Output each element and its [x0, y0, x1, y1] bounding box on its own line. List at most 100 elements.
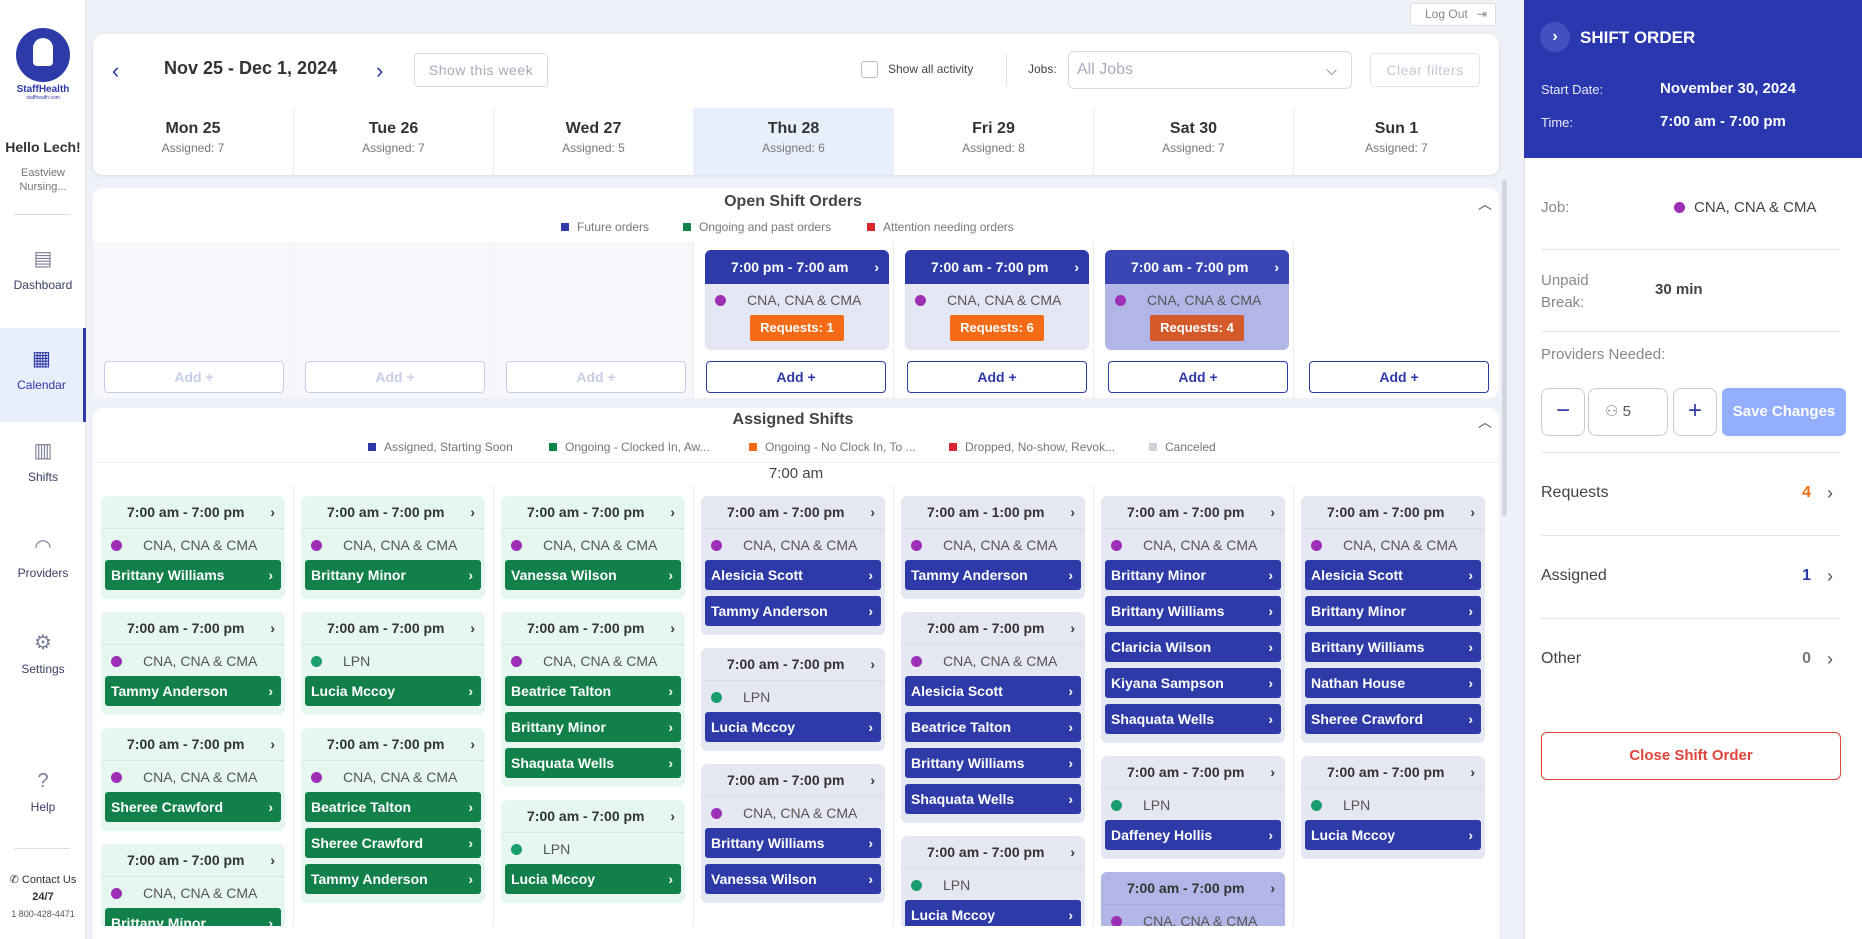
shift-time-header[interactable]: 7:00 am - 7:00 pm › — [1101, 756, 1285, 788]
assigned-shift-card[interactable]: 7:00 am - 7:00 pm › LPN Lucia Mccoy › — [1301, 756, 1485, 859]
provider-bar[interactable]: Tammy Anderson › — [105, 676, 281, 706]
shift-time-header[interactable]: 7:00 am - 7:00 pm › — [101, 612, 285, 644]
provider-bar[interactable]: Tammy Anderson › — [305, 864, 481, 894]
shift-time-header[interactable]: 7:00 am - 7:00 pm › — [101, 728, 285, 760]
shift-time-header[interactable]: 7:00 am - 7:00 pm › — [501, 612, 685, 644]
provider-bar[interactable]: Claricia Wilson › — [1105, 632, 1281, 662]
shift-time-header[interactable]: 7:00 am - 7:00 pm › — [101, 844, 285, 876]
scrollbar[interactable] — [1502, 180, 1507, 516]
assigned-shift-card[interactable]: 7:00 am - 1:00 pm › CNA, CNA & CMA Tammy An… — [901, 496, 1085, 599]
assigned-shift-card[interactable]: 7:00 am - 7:00 pm › LPN Daffeney Hollis › — [1101, 756, 1285, 859]
providers-needed-input[interactable]: ⚇ 5 — [1588, 388, 1668, 436]
shift-time-header[interactable]: 7:00 am - 7:00 pm › — [901, 612, 1085, 644]
provider-bar[interactable]: Vanessa Wilson › — [505, 560, 681, 590]
provider-bar[interactable]: Brittany Minor › — [105, 908, 281, 926]
provider-bar[interactable]: Brittany Minor › — [305, 560, 481, 590]
shift-time-header[interactable]: 7:00 am - 7:00 pm › — [1101, 872, 1285, 904]
assigned-shift-card[interactable]: 7:00 am - 7:00 pm › LPN Lucia Mccoy › — [901, 836, 1085, 926]
assigned-shift-card[interactable]: 7:00 am - 7:00 pm › LPN Lucia Mccoy › — [301, 612, 485, 715]
provider-bar[interactable]: Shaquata Wells › — [905, 784, 1081, 814]
provider-bar[interactable]: Kiyana Sampson › — [1105, 668, 1281, 698]
provider-bar[interactable]: Daffeney Hollis › — [1105, 820, 1281, 850]
decrease-providers-button[interactable]: − — [1541, 388, 1585, 436]
shift-time-header[interactable]: 7:00 am - 7:00 pm › — [301, 612, 485, 644]
assigned-shift-card[interactable]: 7:00 am - 7:00 pm › CNA, CNA & CMA Sheree C… — [101, 728, 285, 831]
provider-bar[interactable]: Tammy Anderson › — [905, 560, 1081, 590]
provider-bar[interactable]: Beatrice Talton › — [905, 712, 1081, 742]
assigned-shift-card[interactable]: 7:00 am - 7:00 pm › CNA, CNA & CMA Tammy An… — [101, 612, 285, 715]
collapse-panel-button[interactable]: › — [1540, 22, 1570, 52]
divider — [1541, 618, 1841, 619]
chevron-right-icon: › — [1270, 504, 1275, 520]
requests-link[interactable]: Requests 4 › — [1541, 473, 1841, 513]
shift-time-header[interactable]: 7:00 am - 7:00 pm › — [301, 496, 485, 528]
other-link[interactable]: Other 0 › — [1541, 639, 1841, 679]
shift-time-header[interactable]: 7:00 am - 7:00 pm › — [1101, 496, 1285, 528]
assigned-shift-card[interactable]: 7:00 am - 7:00 pm › CNA, CNA & CMA Brittany… — [701, 764, 885, 903]
assigned-shift-card[interactable]: 7:00 am - 7:00 pm › CNA, CNA & CMA Brittany… — [101, 844, 285, 926]
provider-bar[interactable]: Sheree Crawford › — [105, 792, 281, 822]
provider-bar[interactable]: Beatrice Talton › — [305, 792, 481, 822]
provider-bar[interactable]: Nathan House › — [1305, 668, 1481, 698]
assigned-shift-card[interactable]: 7:00 am - 7:00 pm › CNA, CNA & CMA Beatrice… — [501, 612, 685, 787]
provider-bar[interactable]: Brittany Williams › — [905, 748, 1081, 778]
shift-time-header[interactable]: 7:00 am - 1:00 pm › — [901, 496, 1085, 528]
job-color-dot — [911, 656, 922, 667]
provider-bar[interactable]: Lucia Mccoy › — [1305, 820, 1481, 850]
shift-time-header[interactable]: 7:00 am - 7:00 pm › — [1301, 756, 1485, 788]
provider-bar[interactable]: Brittany Minor › — [1105, 560, 1281, 590]
provider-bar[interactable]: Brittany Williams › — [705, 828, 881, 858]
job-label: LPN — [943, 877, 971, 893]
provider-bar[interactable]: Shaquata Wells › — [505, 748, 681, 778]
assigned-shift-card[interactable]: 7:00 am - 7:00 pm › CNA, CNA & CMA Beatrice… — [301, 728, 485, 903]
provider-bar[interactable]: Beatrice Talton › — [505, 676, 681, 706]
assigned-shift-card[interactable]: 7:00 am - 7:00 pm › CNA, CNA & CMA Vanessa … — [501, 496, 685, 599]
assigned-shift-card[interactable]: 7:00 am - 7:00 pm › CNA, CNA & CMA Brittany… — [301, 496, 485, 599]
shift-time-header[interactable]: 7:00 am - 7:00 pm › — [101, 496, 285, 528]
assigned-shift-card[interactable]: 7:00 am - 7:00 pm › LPN Lucia Mccoy › — [701, 648, 885, 751]
shift-time-header[interactable]: 7:00 am - 7:00 pm › — [701, 496, 885, 528]
assigned-shift-card[interactable]: 7:00 am - 7:00 pm › CNA, CNA & CMA Alesicia… — [1301, 496, 1485, 743]
provider-name: Vanessa Wilson — [711, 871, 817, 887]
provider-bar[interactable]: Lucia Mccoy › — [705, 712, 881, 742]
unpaid-break-value: 30 min — [1655, 281, 1703, 298]
provider-bar[interactable]: Sheree Crawford › — [1305, 704, 1481, 734]
shift-time-header[interactable]: 7:00 am - 7:00 pm › — [701, 648, 885, 680]
shift-time-header[interactable]: 7:00 am - 7:00 pm › — [1301, 496, 1485, 528]
save-changes-button[interactable]: Save Changes — [1722, 388, 1846, 436]
provider-bar[interactable]: Lucia Mccoy › — [505, 864, 681, 894]
assigned-shift-card[interactable]: 7:00 am - 7:00 pm › CNA, CNA & CMA Brittany… — [101, 496, 285, 599]
provider-bar[interactable]: Brittany Minor › — [505, 712, 681, 742]
divider — [1541, 535, 1841, 536]
provider-bar[interactable]: Brittany Minor › — [1305, 596, 1481, 626]
assigned-shift-card[interactable]: 7:00 am - 7:00 pm › CNA, CNA & CMA Alesicia… — [901, 612, 1085, 823]
job-label: CNA, CNA & CMA — [1143, 537, 1258, 553]
shift-time-header[interactable]: 7:00 am - 7:00 pm › — [501, 800, 685, 832]
provider-bar[interactable]: Lucia Mccoy › — [905, 900, 1081, 926]
assigned-shift-card[interactable]: 7:00 am - 7:00 pm › LPN Lucia Mccoy › — [501, 800, 685, 903]
provider-bar[interactable]: Alesicia Scott › — [905, 676, 1081, 706]
provider-bar[interactable]: Lucia Mccoy › — [305, 676, 481, 706]
provider-bar[interactable]: Alesicia Scott › — [1305, 560, 1481, 590]
shift-time-header[interactable]: 7:00 am - 7:00 pm › — [301, 728, 485, 760]
assigned-link[interactable]: Assigned 1 › — [1541, 556, 1841, 596]
job-label: CNA, CNA & CMA — [943, 653, 1058, 669]
provider-bar[interactable]: Shaquata Wells › — [1105, 704, 1281, 734]
provider-bar[interactable]: Brittany Williams › — [105, 560, 281, 590]
provider-bar[interactable]: Brittany Williams › — [1305, 632, 1481, 662]
provider-bar[interactable]: Vanessa Wilson › — [705, 864, 881, 894]
provider-bar[interactable]: Sheree Crawford › — [305, 828, 481, 858]
provider-bar[interactable]: Brittany Williams › — [1105, 596, 1281, 626]
shift-time-header[interactable]: 7:00 am - 7:00 pm › — [701, 764, 885, 796]
assigned-shift-card[interactable]: 7:00 am - 7:00 pm › CNA, CNA & CMA Brittany… — [1101, 496, 1285, 743]
chevron-right-icon: › — [668, 567, 673, 583]
shift-time-header[interactable]: 7:00 am - 7:00 pm › — [501, 496, 685, 528]
provider-bar[interactable]: Tammy Anderson › — [705, 596, 881, 626]
provider-bar[interactable]: Alesicia Scott › — [705, 560, 881, 590]
increase-providers-button[interactable]: + — [1673, 388, 1717, 436]
assigned-columns: 7:00 am - 7:00 pm › CNA, CNA & CMA Brittany… — [0, 0, 1500, 926]
close-shift-order-button[interactable]: Close Shift Order — [1541, 732, 1841, 780]
assigned-shift-card[interactable]: 7:00 am - 7:00 pm › CNA, CNA & CMA Alesicia… — [701, 496, 885, 635]
shift-time-header[interactable]: 7:00 am - 7:00 pm › — [901, 836, 1085, 868]
assigned-shift-card[interactable]: 7:00 am - 7:00 pm › CNA, CNA & CMA — [1101, 872, 1285, 926]
